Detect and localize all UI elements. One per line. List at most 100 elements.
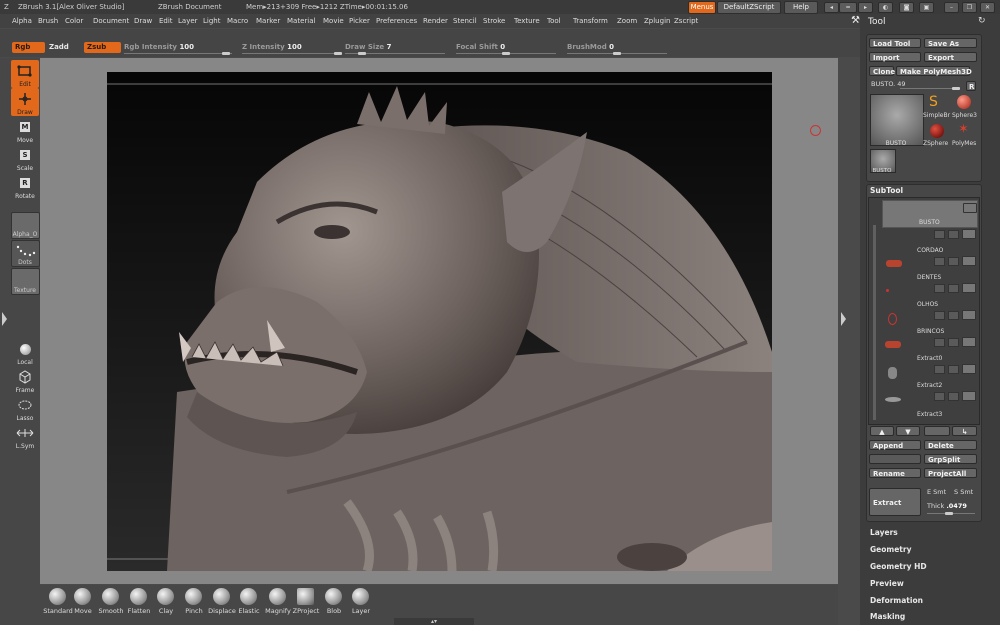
r-button[interactable]: R bbox=[966, 81, 976, 91]
prev-arrow-icon[interactable]: ◂ bbox=[824, 2, 839, 13]
zsub-button[interactable]: Zsub bbox=[84, 42, 121, 53]
draw-button[interactable]: Draw bbox=[11, 88, 39, 116]
subtool-title[interactable]: SubTool bbox=[870, 186, 903, 195]
menu-layer[interactable]: Layer bbox=[178, 14, 198, 28]
subtool-item-dentes[interactable]: DENTES bbox=[882, 254, 978, 281]
toggle-icon[interactable] bbox=[934, 257, 945, 266]
simplebrush-icon[interactable]: S bbox=[929, 94, 938, 110]
menu-texture[interactable]: Texture bbox=[514, 14, 540, 28]
zsphere-icon[interactable] bbox=[930, 124, 944, 138]
frame-button[interactable]: Frame bbox=[11, 366, 39, 394]
toggle-icon[interactable] bbox=[934, 230, 945, 239]
thick-knob[interactable] bbox=[945, 512, 953, 515]
menu-material[interactable]: Material bbox=[287, 14, 315, 28]
load-tool-button[interactable]: Load Tool bbox=[869, 38, 921, 48]
rotate-button[interactable]: R Rotate bbox=[11, 172, 39, 200]
brushmod-slider[interactable]: BrushMod 0 bbox=[567, 43, 614, 51]
eye-icon[interactable] bbox=[962, 229, 976, 239]
viewport-canvas[interactable] bbox=[107, 72, 772, 571]
z-intensity-knob[interactable] bbox=[334, 52, 342, 55]
help-button[interactable]: Help bbox=[784, 1, 818, 14]
blank-slot-button[interactable] bbox=[924, 426, 950, 436]
z-intensity-slider[interactable]: Z Intensity 100 bbox=[242, 43, 302, 51]
thick-slider[interactable]: Thick .0479 bbox=[927, 502, 967, 510]
menu-macro[interactable]: Macro bbox=[227, 14, 248, 28]
palette-icon[interactable]: ◐ bbox=[878, 2, 893, 13]
rgb-intensity-track[interactable] bbox=[124, 53, 232, 54]
menu-zoom[interactable]: Zoom bbox=[617, 14, 637, 28]
menu-color[interactable]: Color bbox=[65, 14, 83, 28]
bottom-shelf-toggle-icon[interactable]: ▴▾ bbox=[394, 618, 474, 625]
toggle-icon[interactable] bbox=[934, 284, 945, 293]
local-button[interactable]: Local bbox=[11, 338, 39, 366]
camera-icon[interactable]: ◙ bbox=[899, 2, 914, 13]
brush-layer[interactable]: Layer bbox=[346, 588, 376, 618]
toggle-icon[interactable] bbox=[948, 284, 959, 293]
default-zscript-button[interactable]: DefaultZScript bbox=[717, 1, 781, 14]
e-smt-toggle[interactable]: E Smt bbox=[927, 488, 946, 496]
edit-button[interactable]: Edit bbox=[11, 60, 39, 88]
toggle-icon[interactable] bbox=[934, 338, 945, 347]
menu-draw[interactable]: Draw bbox=[134, 14, 152, 28]
move-down-arrow-icon[interactable]: ▼ bbox=[896, 426, 920, 436]
menu-render[interactable]: Render bbox=[423, 14, 448, 28]
move-button[interactable]: M Move bbox=[11, 116, 39, 144]
subtool-item-cordao[interactable]: CORDAO bbox=[882, 227, 978, 254]
draw-size-slider[interactable]: Draw Size 7 bbox=[345, 43, 391, 51]
toggle-icon[interactable] bbox=[948, 257, 959, 266]
subtool-item-extract2[interactable]: Extract2 bbox=[882, 362, 978, 389]
move-up-arrow-icon[interactable]: ▲ bbox=[870, 426, 894, 436]
right-panel-toggle-icon[interactable] bbox=[841, 312, 846, 326]
toggle-icon[interactable] bbox=[934, 365, 945, 374]
tool-palette-title[interactable]: Tool bbox=[868, 17, 885, 27]
subtool-item-olhos[interactable]: OLHOS bbox=[882, 281, 978, 308]
eye-icon[interactable] bbox=[962, 310, 976, 320]
menu-zscript[interactable]: Zscript bbox=[674, 14, 698, 28]
section-masking[interactable]: Masking bbox=[870, 612, 905, 621]
section-deformation[interactable]: Deformation bbox=[870, 596, 923, 605]
eye-icon[interactable] bbox=[962, 391, 976, 401]
restore-icon[interactable]: ❐ bbox=[962, 2, 977, 13]
menus-button[interactable]: Menus bbox=[688, 1, 716, 14]
menu-transform[interactable]: Transform bbox=[573, 14, 608, 28]
subtool-item-busto[interactable]: BUSTO bbox=[882, 200, 978, 228]
toggle-icon[interactable] bbox=[934, 311, 945, 320]
eye-icon[interactable] bbox=[962, 256, 976, 266]
subtool-item-extract3[interactable]: Extract3 bbox=[882, 389, 978, 418]
menu-marker[interactable]: Marker bbox=[256, 14, 280, 28]
focal-shift-slider[interactable]: Focal Shift 0 bbox=[456, 43, 505, 51]
menu-edit[interactable]: Edit bbox=[159, 14, 173, 28]
clone-button[interactable]: Clone bbox=[869, 66, 895, 76]
subtool-scrollbar[interactable] bbox=[873, 225, 876, 420]
tool-slider-track[interactable] bbox=[900, 88, 960, 89]
menu-light[interactable]: Light bbox=[203, 14, 220, 28]
s-smt-toggle[interactable]: S Smt bbox=[954, 488, 973, 496]
refresh-icon[interactable]: ↻ bbox=[978, 16, 986, 26]
light-indicator-icon[interactable] bbox=[810, 125, 821, 136]
toggle-icon[interactable] bbox=[948, 311, 959, 320]
z-intensity-track[interactable] bbox=[242, 53, 342, 54]
section-geometry-hd[interactable]: Geometry HD bbox=[870, 562, 927, 571]
menu-zplugin[interactable]: Zplugin bbox=[644, 14, 670, 28]
menu-picker[interactable]: Picker bbox=[349, 14, 370, 28]
menu-document[interactable]: Document bbox=[93, 14, 129, 28]
toggle-icon[interactable] bbox=[948, 338, 959, 347]
delete-button[interactable]: Delete bbox=[924, 440, 977, 450]
busto-thumbnail[interactable] bbox=[870, 94, 924, 146]
minimize-icon[interactable]: – bbox=[944, 2, 959, 13]
grpsplit-button[interactable]: GrpSplit bbox=[924, 454, 977, 464]
toggle-icon[interactable] bbox=[948, 392, 959, 401]
toggle-icon[interactable] bbox=[948, 230, 959, 239]
eye-icon[interactable] bbox=[963, 203, 977, 213]
rename-button[interactable]: Rename bbox=[869, 468, 921, 478]
make-polymesh3d-button[interactable]: Make PolyMesh3D bbox=[896, 66, 972, 76]
subtool-item-brincos[interactable]: BRINCOS bbox=[882, 308, 978, 335]
menu-movie[interactable]: Movie bbox=[323, 14, 344, 28]
toggle-icon[interactable] bbox=[934, 392, 945, 401]
subtool-item-extract0[interactable]: Extract0 bbox=[882, 335, 978, 362]
menu-alpha[interactable]: Alpha bbox=[12, 14, 32, 28]
rgb-button[interactable]: Rgb bbox=[12, 42, 45, 53]
append-button[interactable]: Append bbox=[869, 440, 921, 450]
polymesh-star-icon[interactable]: ✶ bbox=[958, 122, 969, 137]
zadd-button[interactable]: Zadd bbox=[49, 43, 69, 51]
